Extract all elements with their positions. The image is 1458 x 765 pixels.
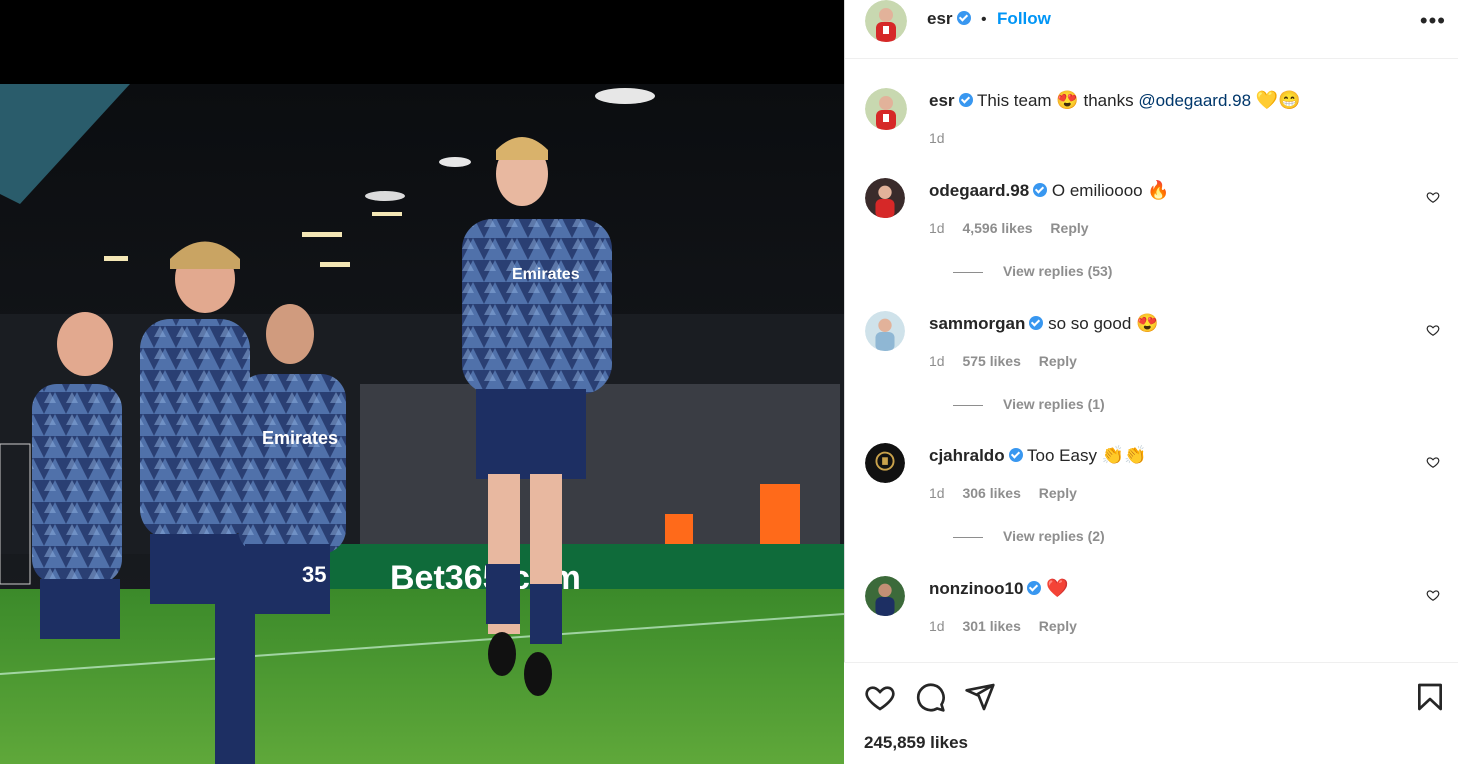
action-bar: 245,859 likes xyxy=(844,662,1458,765)
verified-icon xyxy=(1008,448,1023,462)
like-comment-icon[interactable] xyxy=(1426,190,1440,204)
author-avatar[interactable] xyxy=(865,0,907,42)
view-replies-label[interactable]: View replies (1) xyxy=(1003,396,1105,412)
shirt-sponsor: Emirates xyxy=(512,266,580,283)
grin-emoji: 😁 xyxy=(1278,90,1301,110)
post-header: esr • Follow ••• xyxy=(845,0,1458,59)
author-username[interactable]: esr xyxy=(927,9,953,28)
caption-text: This team xyxy=(976,91,1052,110)
comment-username[interactable]: nonzinoo10 xyxy=(929,579,1023,598)
reply-button[interactable]: Reply xyxy=(1039,618,1077,634)
separator-dot: • xyxy=(980,11,987,28)
heart-eyes-emoji: 😍 xyxy=(1136,313,1159,333)
comment-time[interactable]: 1d xyxy=(929,353,945,369)
comment-username[interactable]: odegaard.98 xyxy=(929,181,1029,200)
comment-time[interactable]: 1d xyxy=(929,485,945,501)
post-media[interactable]: Bet365.com Emirates Emirates 35 xyxy=(0,0,844,764)
caption-username[interactable]: esr xyxy=(929,91,955,110)
heart-emoji: 💛 xyxy=(1255,90,1279,110)
like-comment-icon[interactable] xyxy=(1426,323,1440,337)
comment-username[interactable]: sammorgan xyxy=(929,314,1025,333)
reply-button[interactable]: Reply xyxy=(1039,353,1077,369)
verified-icon xyxy=(956,11,971,25)
comments-panel: esr • Follow ••• esr This team 😍 thanks … xyxy=(844,0,1458,764)
comment-likes[interactable]: 306 likes xyxy=(962,485,1020,501)
comment-icon[interactable] xyxy=(914,681,946,713)
post-likes-count[interactable]: 245,859 likes xyxy=(864,733,968,753)
heart-eyes-emoji: 😍 xyxy=(1056,90,1079,110)
comment-time[interactable]: 1d xyxy=(929,220,945,236)
verified-icon xyxy=(1027,581,1042,595)
clap-emoji: 👏👏 xyxy=(1101,445,1147,465)
verified-icon xyxy=(1029,316,1044,330)
verified-icon xyxy=(958,93,973,107)
comment-username[interactable]: cjahraldo xyxy=(929,446,1005,465)
verified-icon xyxy=(1033,183,1048,197)
comment-avatar[interactable] xyxy=(865,178,905,218)
caption-thanks: thanks xyxy=(1083,91,1134,110)
comment-text: O emilioooo xyxy=(1051,181,1143,200)
view-replies[interactable]: View replies (2) xyxy=(953,528,1105,544)
follow-button[interactable]: Follow xyxy=(997,9,1051,28)
view-replies[interactable]: View replies (1) xyxy=(953,396,1105,412)
view-replies-label[interactable]: View replies (53) xyxy=(1003,263,1112,279)
bookmark-icon[interactable] xyxy=(1414,681,1446,713)
comment-avatar[interactable] xyxy=(865,443,905,483)
reply-button[interactable]: Reply xyxy=(1039,485,1077,501)
post-photo: Bet365.com Emirates Emirates 35 xyxy=(0,84,844,764)
comment-text: Too Easy xyxy=(1027,446,1097,465)
comment-time[interactable]: 1d xyxy=(929,618,945,634)
caption-time[interactable]: 1d xyxy=(929,130,945,146)
replies-dash xyxy=(953,536,983,538)
comment-odegaard: odegaard.98 O emilioooo 🔥 1d 4,596 likes… xyxy=(865,178,1446,288)
comment-likes[interactable]: 575 likes xyxy=(962,353,1020,369)
caption-row: esr This team 😍 thanks @odegaard.98 💛😁 1… xyxy=(865,88,1446,148)
red-heart-emoji: ❤️ xyxy=(1046,578,1069,598)
comment-avatar[interactable] xyxy=(865,576,905,616)
view-replies-label[interactable]: View replies (2) xyxy=(1003,528,1105,544)
view-replies[interactable]: View replies (53) xyxy=(953,263,1112,279)
replies-dash xyxy=(953,404,983,406)
fire-emoji: 🔥 xyxy=(1147,180,1170,200)
heart-icon[interactable] xyxy=(864,681,896,713)
comment-cjahraldo: cjahraldo Too Easy 👏👏 1d 306 likes Reply… xyxy=(865,443,1446,553)
like-comment-icon[interactable] xyxy=(1426,455,1440,469)
caption-avatar[interactable] xyxy=(865,88,907,130)
more-options-icon[interactable]: ••• xyxy=(1420,8,1446,34)
reply-button[interactable]: Reply xyxy=(1050,220,1088,236)
caption-mention[interactable]: @odegaard.98 xyxy=(1138,91,1251,110)
comment-nonzinoo10: nonzinoo10 ❤️ 1d 301 likes Reply xyxy=(865,576,1446,646)
comment-likes[interactable]: 4,596 likes xyxy=(962,220,1032,236)
comment-sammorgan: sammorgan so so good 😍 1d 575 likes Repl… xyxy=(865,311,1446,421)
comment-likes[interactable]: 301 likes xyxy=(962,618,1020,634)
comment-avatar[interactable] xyxy=(865,311,905,351)
like-comment-icon[interactable] xyxy=(1426,588,1440,602)
shirt-sponsor-2: Emirates xyxy=(262,428,338,448)
shirt-number: 35 xyxy=(302,562,326,587)
replies-dash xyxy=(953,271,983,273)
share-icon[interactable] xyxy=(964,681,996,713)
comment-text: so so good xyxy=(1048,314,1132,333)
